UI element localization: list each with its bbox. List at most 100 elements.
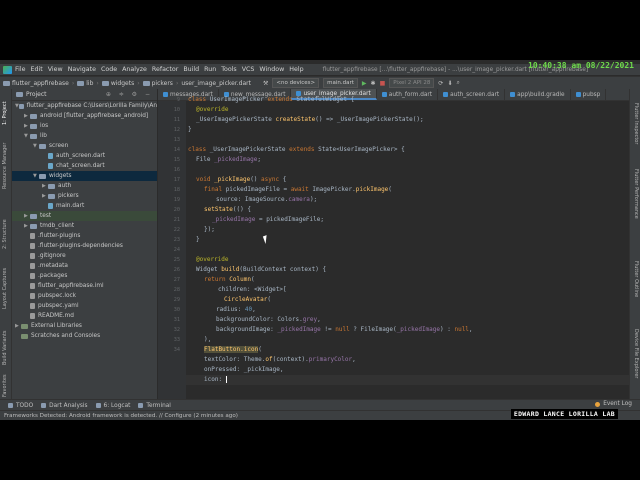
tree-item-label: auth_screen.dart [56, 153, 106, 159]
tab-todo[interactable]: TODO [8, 403, 33, 409]
breadcrumb-separator: › [137, 79, 140, 87]
code-editor[interactable]: class UserImagePicker extends StatefulWi… [186, 96, 640, 399]
tree-item[interactable]: auth_screen.dart [12, 151, 157, 161]
tree-item[interactable]: pubspec.yaml [12, 301, 157, 311]
folder-icon [30, 213, 37, 219]
tab-flutter-performance[interactable]: Flutter Performance [633, 169, 639, 219]
run-config-selector[interactable]: main.dart [323, 78, 358, 88]
event-log-button[interactable]: Event Log [595, 401, 632, 407]
folder-icon [48, 193, 55, 199]
tree-item[interactable]: ▼ flutter_appfirebase C:\Users\Lorilla Fa… [12, 101, 157, 111]
tab-logcat[interactable]: 6: Logcat [95, 403, 130, 409]
tree-item[interactable]: ▶ pickers [12, 191, 157, 201]
editor-tab[interactable]: app\build.gradle [505, 89, 571, 100]
breadcrumb-file[interactable]: user_image_picker.dart [181, 80, 251, 87]
tab-resource-manager[interactable]: Resource Manager [2, 143, 8, 189]
editor-tab[interactable]: pubsp [571, 89, 607, 100]
code-line: } [188, 126, 192, 133]
tree-item[interactable]: ▶ tmdb_client [12, 221, 157, 231]
tree-item[interactable]: .packages [12, 271, 157, 281]
menu-view[interactable]: View [48, 66, 63, 73]
tree-item[interactable]: main.dart [12, 201, 157, 211]
event-log-label: Event Log [603, 401, 632, 407]
editor-tab[interactable]: auth_form.dart [377, 89, 439, 100]
menu-window[interactable]: Window [259, 66, 284, 73]
tab-project-tool[interactable]: 1: Project [2, 101, 8, 125]
code-line: @override [196, 106, 229, 113]
tab-dart-analysis[interactable]: Dart Analysis [41, 402, 88, 409]
sdk-manager-icon[interactable]: ⬇ [447, 80, 452, 87]
tree-item-label: flutter_appfirebase C:\Users\Lorilla Fam… [26, 103, 157, 109]
tree-item[interactable]: flutter_appfirebase.iml [12, 281, 157, 291]
menu-code[interactable]: Code [101, 66, 117, 73]
search-icon[interactable]: ⌕ [456, 79, 459, 87]
tab-flutter-inspector[interactable]: Flutter Inspector [633, 103, 639, 144]
breadcrumb-widgets[interactable]: widgets [111, 80, 134, 87]
emulator-selector[interactable]: Pixel 2 API 28 [389, 78, 435, 88]
menu-build[interactable]: Build [183, 66, 199, 73]
tree-item[interactable]: Scratches and Consoles [12, 331, 157, 341]
tree-item-label: pubspec.yaml [38, 303, 79, 309]
library-icon [21, 333, 28, 339]
hammer-icon[interactable]: ⚒ [263, 80, 268, 87]
menu-refactor[interactable]: Refactor [152, 66, 178, 73]
breadcrumb-pickers[interactable]: pickers [152, 80, 173, 87]
tree-item[interactable]: ▶ test [12, 211, 157, 221]
panel-actions[interactable]: ⊕ ≑ ⚙ − [106, 91, 153, 98]
tree-item[interactable]: ▶ ios [12, 121, 157, 131]
tab-terminal[interactable]: Terminal [138, 403, 171, 409]
line-number: 17 [173, 177, 180, 183]
menu-vcs[interactable]: VCS [242, 66, 255, 73]
tree-item[interactable]: .flutter-plugins [12, 231, 157, 241]
tab-device-file-explorer[interactable]: Device File Explorer [633, 329, 639, 378]
menu-tools[interactable]: Tools [221, 66, 237, 73]
code-line: backgroundColor: Colors.grey, [216, 316, 321, 323]
tree-item[interactable]: ▶ External Libraries [12, 321, 157, 331]
breadcrumb-project[interactable]: flutter_appfirebase [12, 80, 69, 87]
tree-item[interactable]: pubspec.lock [12, 291, 157, 301]
status-message[interactable]: Frameworks Detected: Android framework i… [4, 413, 238, 419]
tab-flutter-outline[interactable]: Flutter Outline [633, 261, 639, 297]
tree-item-label: flutter_appfirebase.iml [38, 283, 104, 289]
tree-item[interactable]: .flutter-plugins-dependencies [12, 241, 157, 251]
tree-item[interactable]: .metadata [12, 261, 157, 271]
tree-item[interactable]: ▶ android [flutter_appfirebase_android] [12, 111, 157, 121]
run-icon[interactable]: ▶ [362, 80, 367, 87]
code-line: setState(() { [204, 206, 251, 213]
tree-item-label: chat_screen.dart [56, 163, 105, 169]
code-line: source: ImageSource.camera); [216, 196, 318, 203]
tree-item[interactable]: .gitignore [12, 251, 157, 261]
code-line: final pickedImageFile = await ImagePicke… [204, 186, 392, 193]
menu-run[interactable]: Run [204, 66, 216, 73]
menu-edit[interactable]: Edit [31, 66, 43, 73]
tab-favorites[interactable]: Favorites [2, 374, 8, 397]
tab-dart-analysis-label: Dart Analysis [49, 402, 88, 409]
line-number: 20 [173, 207, 180, 213]
folder-icon [101, 80, 109, 86]
folder-icon [48, 183, 55, 189]
tree-item[interactable]: ▼ widgets [12, 171, 157, 181]
device-selector[interactable]: <no devices> [272, 78, 320, 88]
tree-item[interactable]: README.md [12, 311, 157, 321]
tree-item[interactable]: ▼ lib [12, 131, 157, 141]
line-number: 15 [173, 157, 180, 163]
project-panel-title[interactable]: Project [26, 91, 47, 98]
tab-structure[interactable]: 2: Structure [2, 219, 8, 249]
editor-tab[interactable]: auth_screen.dart [438, 89, 506, 100]
tree-item[interactable]: ▼ screen [12, 141, 157, 151]
menu-navigate[interactable]: Navigate [68, 66, 96, 73]
breadcrumb-lib[interactable]: lib [86, 80, 93, 87]
tree-item[interactable]: ▶ auth [12, 181, 157, 191]
debug-icon[interactable]: ✱ [371, 80, 376, 87]
tab-build-variants[interactable]: Build Variants [2, 331, 8, 365]
menu-help[interactable]: Help [289, 66, 303, 73]
line-number: 31 [173, 317, 180, 323]
sync-icon[interactable]: ⟳ [438, 80, 443, 87]
menu-analyze[interactable]: Analyze [122, 66, 147, 73]
menu-file[interactable]: File [15, 66, 26, 73]
stop-icon[interactable]: ■ [380, 80, 386, 87]
tree-item-label: main.dart [56, 203, 85, 209]
tab-layout-captures[interactable]: Layout Captures [2, 268, 8, 309]
tree-item[interactable]: chat_screen.dart [12, 161, 157, 171]
folder-icon [30, 223, 37, 229]
